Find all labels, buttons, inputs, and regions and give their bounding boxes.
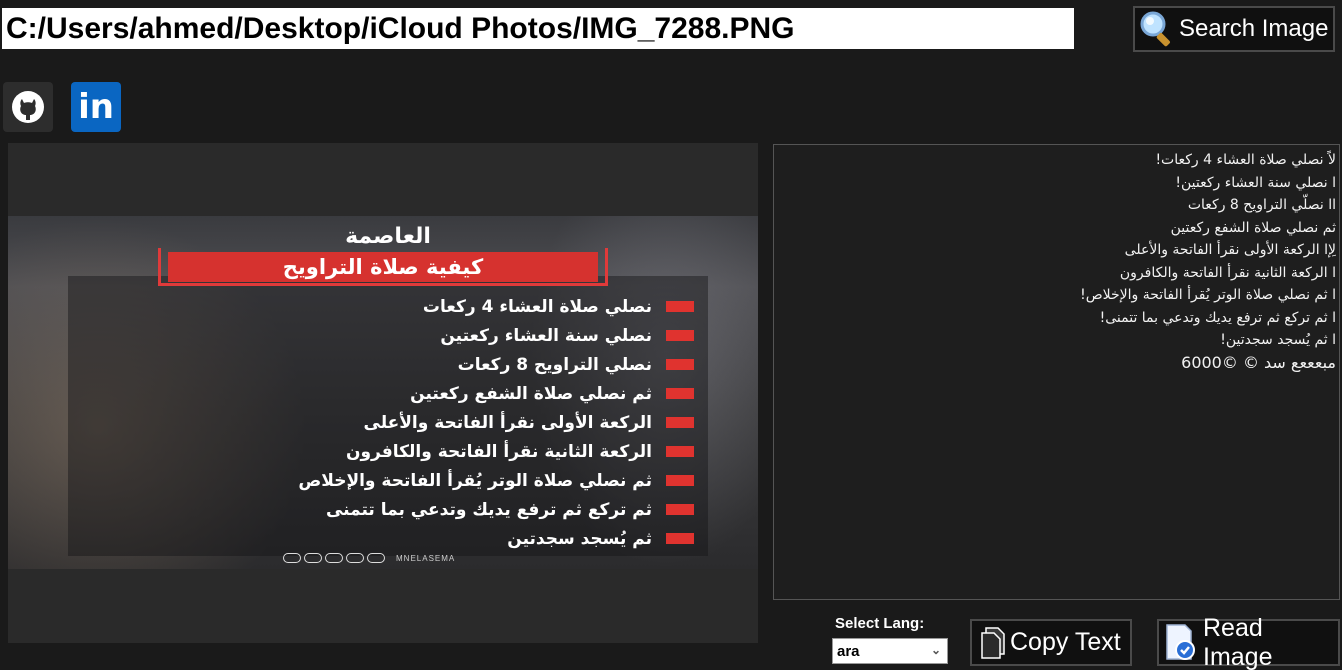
poster-list: نصلي صلاة العشاء 4 ركعات نصلي سنة العشاء… — [54, 292, 694, 553]
copy-text-button[interactable]: Copy Text — [970, 619, 1132, 666]
linkedin-link[interactable]: in — [71, 82, 121, 132]
social-dot-icon — [325, 553, 343, 563]
poster-title: كيفية صلاة التراويح — [168, 252, 598, 282]
ocr-text-area[interactable]: لاً نصلي صلاة العشاء 4 ركعات! ا نصلي سنة… — [773, 144, 1340, 600]
chevron-down-icon: ⌄ — [930, 643, 941, 657]
preview-image: العاصمة كيفية صلاة التراويح نصلي صلاة ال… — [8, 216, 758, 569]
poster-list-item: ثم يُسجد سجدتين — [54, 524, 694, 553]
social-dot-icon — [304, 553, 322, 563]
linkedin-icon: in — [78, 87, 114, 127]
github-icon — [12, 91, 44, 123]
search-image-label: Search Image — [1179, 15, 1329, 42]
read-image-label: Read Image — [1203, 613, 1273, 670]
poster-list-item: ثم تركع ثم ترفع يديك وتدعي بما تتمنى — [54, 495, 694, 524]
social-dot-icon — [346, 553, 364, 563]
social-dot-icon — [283, 553, 301, 563]
image-preview-panel: العاصمة كيفية صلاة التراويح نصلي صلاة ال… — [8, 143, 758, 643]
app-window: C:/Users/ahmed/Desktop/iCloud Photos/IMG… — [0, 0, 1342, 670]
read-image-button[interactable]: Read Image — [1157, 614, 1340, 670]
ocr-line: لاً نصلي صلاة العشاء 4 ركعات! — [1155, 152, 1336, 168]
lang-select-value: ara — [837, 642, 860, 660]
search-image-button[interactable]: Search Image — [1133, 6, 1335, 52]
poster-list-item: نصلي سنة العشاء ركعتين — [54, 321, 694, 350]
ocr-line: ا ثم يُسجد سجدتين! — [1220, 332, 1336, 348]
poster-list-item: نصلي التراويح 8 ركعات — [54, 350, 694, 379]
ocr-line: ا ثم نصلي صلاة الوتر يُقرأ الفاتحة والإخ… — [1080, 287, 1336, 303]
poster-list-item: نصلي صلاة العشاء 4 ركعات — [54, 292, 694, 321]
magnifier-icon — [1139, 10, 1175, 48]
poster-list-item: ثم نصلي صلاة الوتر يُقرأ الفاتحة والإخلا… — [54, 466, 694, 495]
ocr-line: ا الركعة الثانية نقرأ الفاتحة والكافرون — [1119, 264, 1336, 281]
ocr-line: مبعععع سد © ©6000 — [1181, 352, 1336, 372]
copy-text-label: Copy Text — [1010, 628, 1121, 656]
ocr-line: لِإا الركعة الأولى نقرأ الفاتحة والأعلى — [1124, 242, 1336, 258]
ocr-line: ا نصلي سنة العشاء ركعتين! — [1175, 174, 1336, 191]
lang-select[interactable]: ara ⌄ — [832, 638, 948, 664]
poster-logo: العاصمة — [345, 224, 431, 249]
select-lang-label: Select Lang: — [835, 615, 925, 632]
ocr-line: ثم نصلي صلاة الشفع ركعتين — [1170, 219, 1336, 236]
social-dot-icon — [367, 553, 385, 563]
poster-list-item: الركعة الثانية نقرأ الفاتحة والكافرون — [54, 437, 694, 466]
github-link[interactable] — [3, 82, 53, 132]
ocr-line: اا نصلّي التراويح 8 ركعات — [1187, 197, 1336, 213]
poster-list-item: الركعة الأولى نقرأ الفاتحة والأعلى — [54, 408, 694, 437]
file-path-field[interactable]: C:/Users/ahmed/Desktop/iCloud Photos/IMG… — [2, 8, 1074, 49]
poster-list-item: ثم نصلي صلاة الشفع ركعتين — [54, 379, 694, 408]
ocr-line: ا ثم تركع ثم ترفع يديك وتدعي بما تتمنى! — [1099, 309, 1336, 326]
poster-footer: MNELASEMA — [283, 553, 455, 563]
read-image-icon — [1163, 623, 1199, 663]
copy-icon — [980, 626, 1006, 660]
poster-handle: MNELASEMA — [396, 553, 456, 563]
